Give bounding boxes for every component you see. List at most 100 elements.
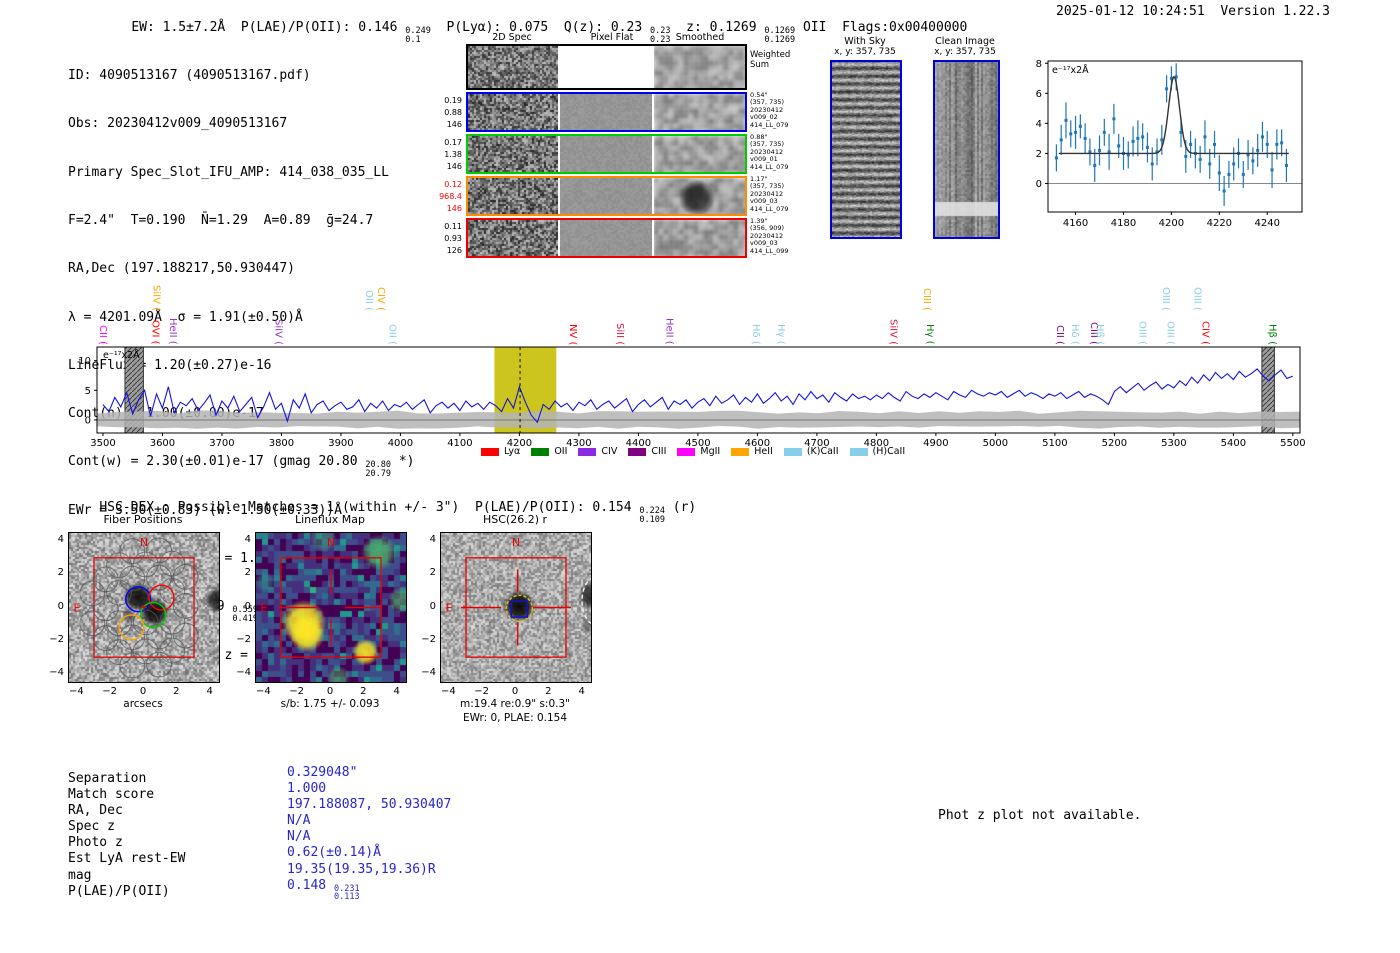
line-label-Hβ: Hβ ( xyxy=(1094,324,1105,345)
line-label-OIII: OIII ( xyxy=(1192,287,1203,311)
legend-item-(K)CaII: (K)CaII xyxy=(784,446,839,457)
xtick-0: 0 xyxy=(133,686,153,697)
svg-text:E: E xyxy=(261,602,268,615)
legend-swatch xyxy=(628,448,646,456)
match-value: 0.62(±0.14)Å xyxy=(287,846,451,862)
ytick-0: 0 xyxy=(44,601,64,612)
ytick-2: −2 xyxy=(416,634,436,645)
hsc-caption: m:19.4 re:0.9" s:0.3" xyxy=(405,698,625,710)
line-label-SiIV: SiIV ( xyxy=(150,285,161,311)
cutout-panel-0: NE xyxy=(68,532,220,683)
match-value: N/A xyxy=(287,814,451,830)
xtick-1: −2 xyxy=(287,686,307,697)
legend-label: CIV xyxy=(601,446,617,457)
match-label: RA, Dec xyxy=(68,804,185,820)
panel-title-fiber: Fiber Positions xyxy=(68,513,218,526)
line-fit-zoom-plot: 4160 4180 4200 4220 4240 0 2 4 6 8 e⁻¹⁷x2Å xyxy=(1048,61,1302,212)
spec2d-row-weights: 0.11 0.93 126 xyxy=(436,221,462,257)
spec2d-fiber-row xyxy=(466,92,747,132)
svg-text:3800: 3800 xyxy=(269,438,294,449)
legend-label: (K)CaII xyxy=(807,446,839,457)
line-label-CII: CII ( xyxy=(97,325,108,345)
fiber-xlabel: arcsecs xyxy=(68,698,218,710)
ra-dec: RA,Dec (197.188217,50.930447) xyxy=(68,261,415,277)
svg-text:2: 2 xyxy=(1036,149,1042,160)
line-label-SiIV: SiIV ( xyxy=(888,319,899,345)
xtick-2: 2 xyxy=(538,686,558,697)
xtick-1: −4 xyxy=(253,686,273,697)
svg-text:3700: 3700 xyxy=(209,438,234,449)
svg-text:5000: 5000 xyxy=(983,438,1008,449)
svg-text:N: N xyxy=(327,536,335,549)
xtick-2: 4 xyxy=(572,686,592,697)
legend-swatch xyxy=(531,448,549,456)
match-label: mag xyxy=(68,869,185,885)
elixer-report-page: EW: 1.5±7.2Å P(LAE)/P(OII): 0.146 0.249 0… xyxy=(0,0,1400,953)
cutout-panel-2: NE xyxy=(440,532,592,683)
cutout-panel-1: NE xyxy=(255,532,407,683)
xtick-2: −2 xyxy=(472,686,492,697)
svg-text:5300: 5300 xyxy=(1161,438,1186,449)
spec2d-row-weights: 0.12 968.4 146 xyxy=(436,179,462,215)
line-label-SiIV: SiIV ( xyxy=(272,319,283,345)
svg-text:5: 5 xyxy=(85,386,91,397)
svg-text:4240: 4240 xyxy=(1255,218,1280,229)
legend-item-CIV: CIV xyxy=(578,446,617,457)
z-frac: 0.1269 0.1269 xyxy=(764,27,795,44)
line-label-OII: OII ( xyxy=(387,324,398,345)
xtick-1: 2 xyxy=(353,686,373,697)
spec2d-row-weights: 0.19 0.88 146 xyxy=(436,95,462,131)
ytick-0: 4 xyxy=(44,534,64,545)
match-value: 0.148 0.231 0.113 xyxy=(287,879,451,895)
match-value: 1.000 xyxy=(287,782,451,798)
match-label: Photo z xyxy=(68,836,185,852)
ytick-2: 0 xyxy=(416,601,436,612)
legend-label: (H)CaII xyxy=(873,446,906,457)
legend-swatch xyxy=(784,448,802,456)
svg-text:4220: 4220 xyxy=(1207,218,1232,229)
svg-text:3500: 3500 xyxy=(90,438,115,449)
legend-label: HeII xyxy=(754,446,773,457)
svg-text:4900: 4900 xyxy=(923,438,948,449)
svg-text:3900: 3900 xyxy=(328,438,353,449)
lambda-sigma: λ = 4201.09Å σ = 1.91(±0.50)Å xyxy=(68,310,415,326)
cont-w: Cont(w) = 2.30(±0.01)e-17 (gmag 20.80 20… xyxy=(68,454,415,470)
ytick-1: −4 xyxy=(231,667,251,678)
line-label-Hδ: Hδ ( xyxy=(1069,324,1080,345)
svg-text:8: 8 xyxy=(1036,59,1042,70)
svg-text:0: 0 xyxy=(1036,179,1042,190)
line-label-HeII: HeII ( xyxy=(167,318,178,345)
seeing-line: F=2.4" T=0.190 N̄=1.29 A=0.89 ḡ=24.7 xyxy=(68,213,415,229)
line-label-Hβ: Hβ ( xyxy=(1267,324,1278,345)
match-label: Est LyA rest-EW xyxy=(68,852,185,868)
lineflux-caption: s/b: 1.75 +/- 0.093 xyxy=(230,698,430,710)
ytick-1: 2 xyxy=(231,567,251,578)
obs-id: Obs: 20230412v009_4090513167 xyxy=(68,116,415,132)
panel-title-lineflux: Lineflux Map xyxy=(255,513,405,526)
match-table-labels: Separation Match score RA, Dec Spec z Photo … xyxy=(68,772,185,901)
line-label-NV: NV ( xyxy=(567,324,578,345)
legend-item-OII: OII xyxy=(531,446,567,457)
svg-text:5400: 5400 xyxy=(1221,438,1246,449)
spec2d-fiber-row xyxy=(466,218,747,258)
weighted-sum-label: Weighted Sum xyxy=(750,50,790,70)
match-label: P(LAE)/P(OII) xyxy=(68,885,185,901)
legend-label: Lyα xyxy=(504,446,520,457)
ytick-1: −2 xyxy=(231,634,251,645)
full-spectrum-plot: 3500 3600 3700 3800 3900 4000 4100 4200 4300 4400… xyxy=(97,347,1300,433)
legend-item-HeII: HeII xyxy=(731,446,773,457)
withsky-image xyxy=(830,60,902,239)
xtick-2: 0 xyxy=(505,686,525,697)
ytick-0: −2 xyxy=(44,634,64,645)
ytick-0: 2 xyxy=(44,567,64,578)
svg-text:4160: 4160 xyxy=(1063,218,1088,229)
clean-image xyxy=(933,60,1000,239)
svg-text:4000: 4000 xyxy=(388,438,413,449)
photz-note: Phot z plot not available. xyxy=(938,808,1142,824)
withsky-coords: x, y: 357, 735 xyxy=(820,47,910,57)
ytick-2: −4 xyxy=(416,667,436,678)
spec2d-fiber-row xyxy=(466,176,747,216)
clean-title: Clean Image xyxy=(918,36,1012,47)
col-title-2dspec: 2D Spec xyxy=(478,32,546,43)
xtick-0: −2 xyxy=(100,686,120,697)
